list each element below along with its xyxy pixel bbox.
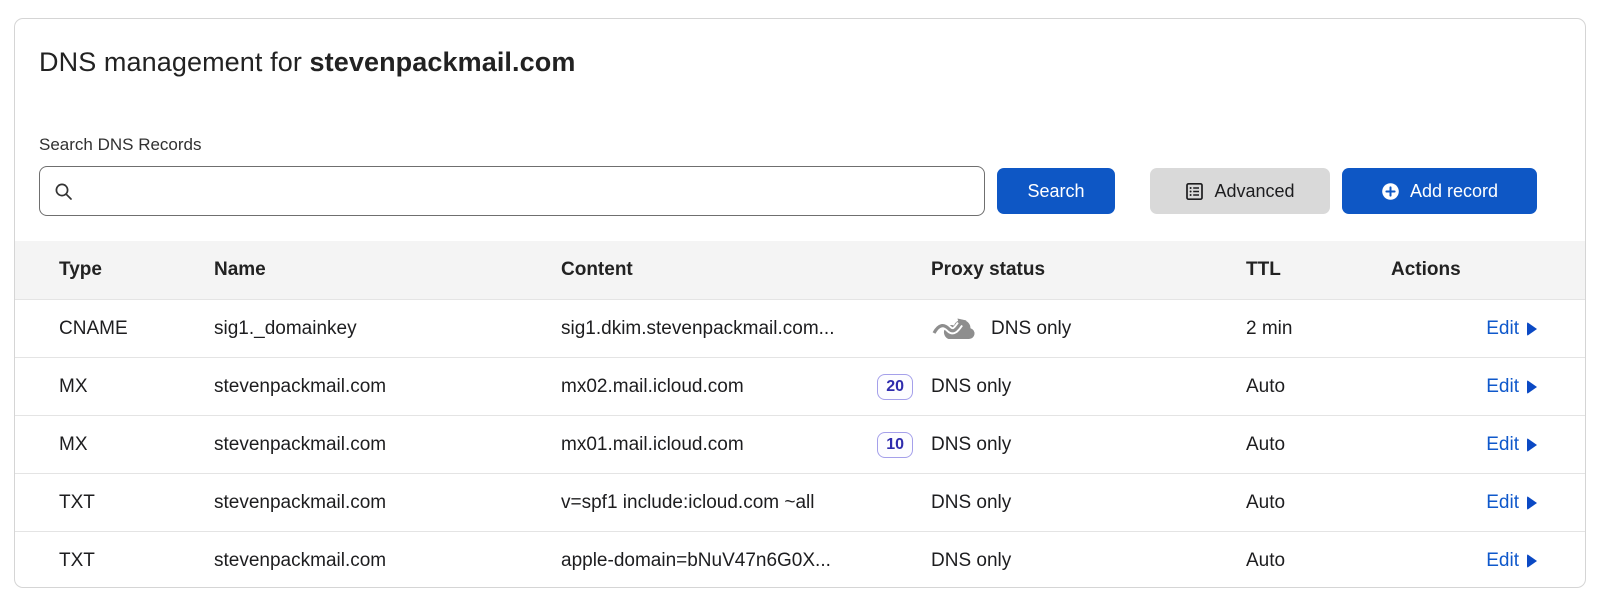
record-ttl: Auto	[1246, 434, 1391, 456]
header-actions: Actions	[1391, 259, 1585, 281]
priority-badge: 10	[877, 432, 913, 458]
record-content: mx02.mail.icloud.com 20	[561, 374, 931, 400]
dns-only-cloud-icon	[931, 314, 977, 344]
page-title-domain: stevenpackmail.com	[310, 47, 576, 77]
edit-arrow-icon	[1527, 438, 1537, 452]
header-proxy-status: Proxy status	[931, 259, 1246, 281]
table-row: CNAME sig1._domainkey sig1.dkim.stevenpa…	[15, 299, 1585, 357]
search-button-label: Search	[1027, 181, 1084, 202]
page-title: DNS management for stevenpackmail.com	[39, 45, 1537, 79]
record-ttl: Auto	[1246, 376, 1391, 398]
edit-link[interactable]: Edit	[1486, 434, 1537, 456]
edit-arrow-icon	[1527, 322, 1537, 336]
actions-cell: Edit	[1391, 434, 1585, 456]
edit-link[interactable]: Edit	[1486, 492, 1537, 514]
record-type: TXT	[15, 492, 214, 514]
table-row: TXT stevenpackmail.com v=spf1 include:ic…	[15, 473, 1585, 531]
list-document-icon	[1185, 182, 1204, 201]
search-input[interactable]	[83, 167, 970, 215]
edit-link-label: Edit	[1486, 434, 1519, 456]
advanced-button-label: Advanced	[1214, 181, 1294, 202]
search-label: Search DNS Records	[39, 135, 1537, 155]
record-ttl: Auto	[1246, 492, 1391, 514]
edit-link[interactable]: Edit	[1486, 318, 1537, 340]
dns-records-table: Type Name Content Proxy status TTL Actio…	[15, 241, 1585, 588]
edit-link-label: Edit	[1486, 492, 1519, 514]
edit-arrow-icon	[1527, 496, 1537, 510]
record-name: stevenpackmail.com	[214, 492, 561, 514]
actions-cell: Edit	[1391, 376, 1585, 398]
record-type: CNAME	[15, 318, 214, 340]
record-type: MX	[15, 434, 214, 456]
edit-link-label: Edit	[1486, 550, 1519, 572]
record-content: mx01.mail.icloud.com 10	[561, 432, 931, 458]
priority-badge: 20	[877, 374, 913, 400]
search-controls-row: Search Advanced	[39, 166, 1537, 216]
actions-cell: Edit	[1391, 550, 1585, 572]
header-content: Content	[561, 259, 931, 281]
record-content-text: apple-domain=bNuV47n6G0X...	[561, 550, 831, 572]
proxy-status-text: DNS only	[991, 318, 1071, 340]
advanced-button[interactable]: Advanced	[1150, 168, 1330, 214]
header-ttl: TTL	[1246, 259, 1391, 281]
proxy-status-text: DNS only	[931, 376, 1011, 398]
dns-management-card: DNS management for stevenpackmail.com Se…	[14, 18, 1586, 588]
record-type: MX	[15, 376, 214, 398]
record-name: stevenpackmail.com	[214, 376, 561, 398]
card-header-area: DNS management for stevenpackmail.com Se…	[15, 19, 1585, 216]
record-content-text: mx01.mail.icloud.com	[561, 434, 744, 456]
add-record-button[interactable]: Add record	[1342, 168, 1537, 214]
table-row: TXT stevenpackmail.com apple-domain=bNuV…	[15, 531, 1585, 588]
plus-circle-icon	[1381, 182, 1400, 201]
record-type: TXT	[15, 550, 214, 572]
proxy-status-cell: DNS only	[931, 376, 1246, 398]
record-content-text: mx02.mail.icloud.com	[561, 376, 744, 398]
header-name: Name	[214, 259, 561, 281]
proxy-status-text: DNS only	[931, 492, 1011, 514]
proxy-status-text: DNS only	[931, 434, 1011, 456]
record-ttl: 2 min	[1246, 318, 1391, 340]
search-button[interactable]: Search	[997, 168, 1115, 214]
search-icon	[54, 182, 73, 201]
table-row: MX stevenpackmail.com mx02.mail.icloud.c…	[15, 357, 1585, 415]
edit-link-label: Edit	[1486, 376, 1519, 398]
record-content-text: v=spf1 include:icloud.com ~all	[561, 492, 814, 514]
header-type: Type	[15, 259, 214, 281]
search-box[interactable]	[39, 166, 985, 216]
record-name: sig1._domainkey	[214, 318, 561, 340]
add-record-button-label: Add record	[1410, 181, 1498, 202]
edit-link[interactable]: Edit	[1486, 550, 1537, 572]
proxy-status-cell: DNS only	[931, 434, 1246, 456]
proxy-status-cell: DNS only	[931, 314, 1246, 344]
actions-cell: Edit	[1391, 318, 1585, 340]
proxy-status-text: DNS only	[931, 550, 1011, 572]
record-content-text: sig1.dkim.stevenpackmail.com...	[561, 318, 835, 340]
record-ttl: Auto	[1246, 550, 1391, 572]
table-row: MX stevenpackmail.com mx01.mail.icloud.c…	[15, 415, 1585, 473]
record-content: v=spf1 include:icloud.com ~all	[561, 492, 931, 514]
proxy-status-cell: DNS only	[931, 550, 1246, 572]
actions-cell: Edit	[1391, 492, 1585, 514]
edit-link-label: Edit	[1486, 318, 1519, 340]
table-header-row: Type Name Content Proxy status TTL Actio…	[15, 241, 1585, 299]
record-content: apple-domain=bNuV47n6G0X...	[561, 550, 931, 572]
record-name: stevenpackmail.com	[214, 550, 561, 572]
edit-arrow-icon	[1527, 554, 1537, 568]
page-title-prefix: DNS management for	[39, 47, 310, 77]
proxy-status-cell: DNS only	[931, 492, 1246, 514]
edit-link[interactable]: Edit	[1486, 376, 1537, 398]
record-name: stevenpackmail.com	[214, 434, 561, 456]
edit-arrow-icon	[1527, 380, 1537, 394]
record-content: sig1.dkim.stevenpackmail.com...	[561, 318, 931, 340]
